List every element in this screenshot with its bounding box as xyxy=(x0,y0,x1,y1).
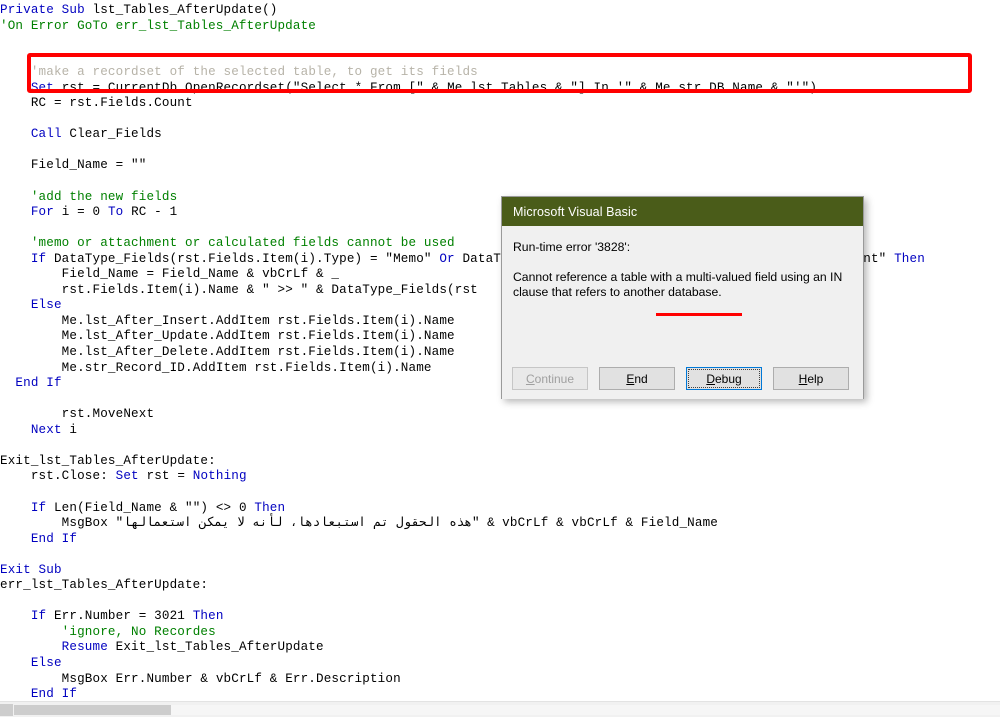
code-line: If Len(Field_Name & "") <> 0 Then xyxy=(30,500,286,515)
error-message-text: Cannot reference a table with a multi-va… xyxy=(513,270,843,299)
debug-button[interactable]: Debug xyxy=(686,367,762,390)
code-line: MsgBox "هذه الحقول تم استبعادها، لأنه لا… xyxy=(61,516,718,531)
code-line: Private Sub lst_Tables_AfterUpdate() xyxy=(0,3,278,17)
end-button[interactable]: End xyxy=(599,367,675,390)
code-line: 'make a recordset of the selected table,… xyxy=(30,65,478,80)
dialog-title-bar: Microsoft Visual Basic xyxy=(502,197,863,226)
code-line: rst.Close: Set rst = Nothing xyxy=(30,469,247,484)
continue-button[interactable]: Continue xyxy=(512,367,588,390)
code-line: Exit Sub xyxy=(0,562,62,577)
code-line: Call Clear_Fields xyxy=(30,127,162,142)
microsoft-visual-basic-error-dialog: Microsoft Visual Basic Run-time error '3… xyxy=(501,196,864,399)
dialog-body: Run-time error '3828': Cannot reference … xyxy=(502,226,863,399)
code-line: 'ignore, No Recordes xyxy=(61,624,216,639)
code-line: 'On Error GoTo err_lst_Tables_AfterUpdat… xyxy=(0,18,317,33)
dialog-button-bar: Continue End Debug Help xyxy=(502,367,863,390)
scroll-left-arrow-icon[interactable] xyxy=(0,704,13,716)
code-line: End If xyxy=(30,687,78,700)
code-line: RC = rst.Fields.Count xyxy=(30,96,193,111)
dialog-title: Microsoft Visual Basic xyxy=(513,204,638,219)
code-line: MsgBox Err.Number & vbCrLf & Err.Descrip… xyxy=(61,671,401,686)
red-underline-annotation xyxy=(656,313,742,316)
code-line: rst.MoveNext xyxy=(61,407,155,422)
help-button[interactable]: Help xyxy=(773,367,849,390)
code-line: If Err.Number = 3021 Then xyxy=(30,609,224,624)
code-line: err_lst_Tables_AfterUpdate: xyxy=(0,578,209,593)
horizontal-scrollbar[interactable] xyxy=(0,701,1000,717)
code-line: End If xyxy=(30,531,78,546)
code-line: Next i xyxy=(30,422,78,437)
horizontal-scrollbar-thumb[interactable] xyxy=(14,705,171,715)
help-button-label: Help xyxy=(798,371,824,386)
error-code-label: Run-time error '3828': xyxy=(513,240,631,254)
horizontal-scrollbar-track[interactable] xyxy=(171,705,1000,715)
continue-button-label: Continue xyxy=(525,371,575,386)
debug-button-label: Debug xyxy=(706,371,742,386)
code-line: Set rst = CurrentDb.OpenRecordset("Selec… xyxy=(30,80,818,95)
code-line: Field_Name = "" xyxy=(30,158,147,173)
end-button-label: End xyxy=(626,371,648,386)
code-line: Resume Exit_lst_Tables_AfterUpdate xyxy=(61,640,324,655)
code-line: Else xyxy=(30,655,62,670)
code-line: Exit_lst_Tables_AfterUpdate: xyxy=(0,453,216,468)
